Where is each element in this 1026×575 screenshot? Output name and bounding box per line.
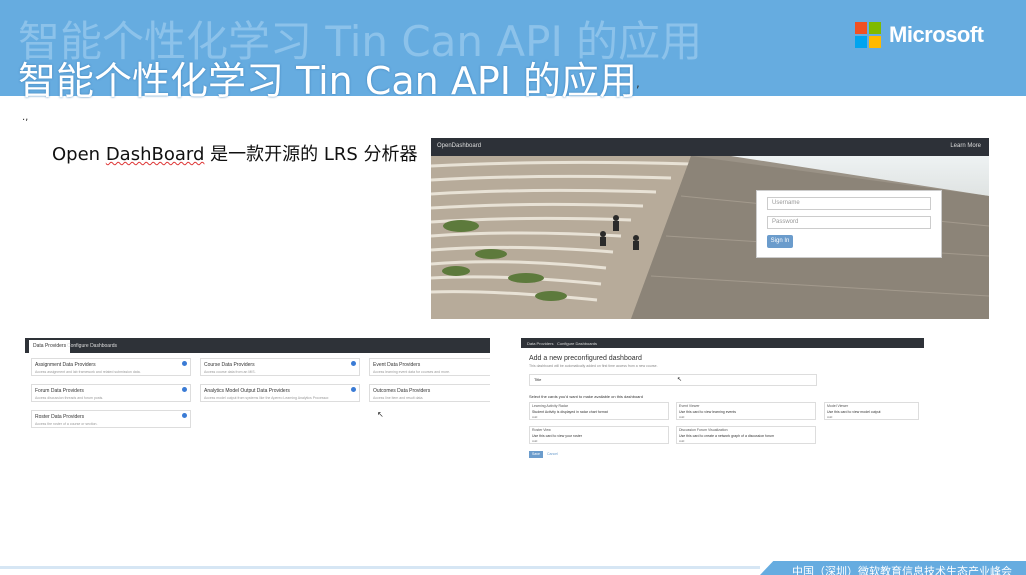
title-label: Title xyxy=(534,377,542,382)
add-card-button[interactable]: Add xyxy=(532,439,537,443)
dashboard-card-option[interactable]: Discussion Forum Visualization Use this c… xyxy=(676,426,816,444)
provider-card[interactable]: Analytics Model Output Data Providers Acc… xyxy=(200,384,360,402)
tab-configure-dashboards[interactable]: Configure Dashboards xyxy=(557,341,597,346)
provider-card[interactable]: Outcomes Data Providers Access line item … xyxy=(369,384,490,402)
info-icon[interactable] xyxy=(182,387,187,392)
dashboard-tabbar: Data Providers Configure Dashboards xyxy=(521,338,924,348)
subtitle-dashboard-word: DashBoard xyxy=(105,144,205,165)
footer-text: 中国（深圳）微软教育信息技术生态产业峰会 xyxy=(792,565,1012,575)
subtitle-part1: Open xyxy=(52,144,106,165)
login-navbar: OpenDashboard Learn More xyxy=(431,138,989,156)
microsoft-logo-icon xyxy=(855,22,881,48)
provider-card[interactable]: Forum Data Providers Access discussion th… xyxy=(31,384,191,402)
cancel-link[interactable]: Cancel xyxy=(547,452,558,456)
slide-title: 智能个性化学习 Tin Can API 的应用 xyxy=(18,59,638,103)
subtitle: Open DashBoard 是一款开源的 LRS 分析器 xyxy=(52,140,418,166)
microsoft-logo: Microsoft xyxy=(855,22,984,48)
password-field[interactable]: Password xyxy=(767,216,931,229)
mouse-cursor-icon: ↖ xyxy=(377,410,384,419)
providers-tabbar: Data Providers Configure Dashboards xyxy=(25,338,490,353)
login-form: Username Password Sign In xyxy=(756,190,942,258)
username-field[interactable]: Username xyxy=(767,197,931,210)
learn-more-link[interactable]: Learn More xyxy=(950,143,981,149)
bullet-mark: ., xyxy=(22,112,29,123)
add-dashboard-screenshot: Data Providers Configure Dashboards Add … xyxy=(521,338,924,481)
tab-configure-dashboards[interactable]: Configure Dashboards xyxy=(63,340,121,353)
provider-card[interactable]: Assignment Data Providers Access assignme… xyxy=(31,358,191,376)
add-card-button[interactable]: Add xyxy=(679,439,684,443)
subtitle-part3: 是一款开源的 LRS 分析器 xyxy=(204,144,418,165)
dashboard-card-option[interactable]: Model Viewer Use this card to view model … xyxy=(824,402,919,420)
tab-data-providers[interactable]: Data Providers xyxy=(527,341,553,346)
slide: { "header": { "title": "智能个性化学习 Tin Can … xyxy=(0,0,1026,575)
login-screenshot: OpenDashboard Learn More Username Passwo… xyxy=(431,138,989,319)
title-field[interactable]: Title xyxy=(529,374,817,386)
provider-card[interactable]: Course Data Providers Access course data … xyxy=(200,358,360,376)
add-card-button[interactable]: Add xyxy=(532,415,537,419)
add-card-button[interactable]: Add xyxy=(827,415,832,419)
navbar-brand[interactable]: OpenDashboard xyxy=(437,143,481,149)
save-button[interactable]: Save xyxy=(529,451,543,458)
dashboard-card-option[interactable]: Learning Activity Radar Student Activity … xyxy=(529,402,669,420)
microsoft-logo-text: Microsoft xyxy=(889,22,984,47)
info-icon[interactable] xyxy=(351,387,356,392)
info-icon[interactable] xyxy=(182,413,187,418)
add-card-button[interactable]: Add xyxy=(679,415,684,419)
provider-card[interactable]: Roster Data Providers Access the roster o… xyxy=(31,410,191,428)
dashboard-card-option[interactable]: Roster View Use this card to view your ro… xyxy=(529,426,669,444)
dashboard-card-option[interactable]: Event Viewer Use this card to view learni… xyxy=(676,402,816,420)
data-providers-screenshot: Data Providers Configure Dashboards Assi… xyxy=(25,338,490,481)
provider-card[interactable]: Event Data Providers Access learning even… xyxy=(369,358,490,376)
dashboard-heading: Add a new preconfigured dashboard xyxy=(529,355,642,362)
mouse-cursor-icon: ↖ xyxy=(677,377,683,383)
footer-line xyxy=(0,566,760,569)
dashboard-subheading: This dashboard will be automatically add… xyxy=(529,364,658,368)
info-icon[interactable] xyxy=(351,361,356,366)
cards-label: Select the cards you'd want to make avai… xyxy=(529,394,643,399)
title-mark: , xyxy=(636,76,640,90)
info-icon[interactable] xyxy=(182,361,187,366)
sign-in-button[interactable]: Sign In xyxy=(767,235,793,248)
